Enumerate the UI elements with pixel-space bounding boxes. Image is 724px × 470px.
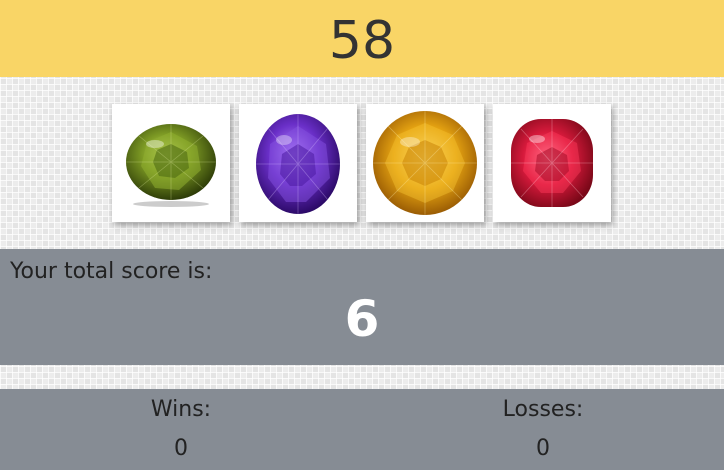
wins-label: Wins: [150,397,212,422]
losses-label: Losses: [502,397,584,422]
score-label: Your total score is: [10,259,213,284]
gem-button-purple[interactable] [239,104,357,222]
target-number-bar: 58 [0,0,724,77]
yellow-gem-icon [373,111,477,215]
wins-column: Wins: 0 [0,389,362,470]
gem-row [0,104,724,224]
losses-value: 0 [536,436,550,461]
gem-button-red[interactable] [493,104,611,222]
gem-button-green[interactable] [112,104,230,222]
total-score-value: 6 [344,290,380,348]
gem-button-yellow[interactable] [366,104,484,222]
wins-value: 0 [174,436,188,461]
record-panel: Wins: 0 Losses: 0 [0,389,724,470]
green-gem-icon [126,124,216,207]
purple-gem-icon [256,114,340,214]
red-gem-icon [511,119,593,207]
target-number: 58 [328,10,396,71]
losses-column: Losses: 0 [362,389,724,470]
